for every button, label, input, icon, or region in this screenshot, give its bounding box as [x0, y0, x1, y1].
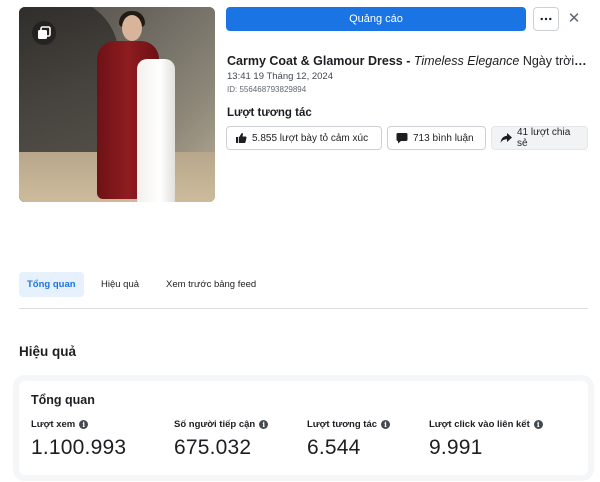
comments-label: 713 bình luận — [413, 132, 474, 144]
tabs-divider — [19, 308, 588, 309]
share-icon — [500, 133, 512, 143]
metric-label: Lượt xem — [31, 419, 76, 430]
info-icon[interactable]: i — [381, 420, 391, 429]
metric-value: 1.100.993 — [31, 436, 127, 459]
overview-card: Tổng quan Lượt xem i 1.100.993 Số người t… — [19, 381, 588, 475]
shares-label: 41 lượt chia sẻ — [517, 127, 571, 149]
tab-performance[interactable]: Hiệu quả — [93, 272, 147, 297]
info-icon[interactable]: i — [79, 420, 89, 429]
tab-feed-preview[interactable]: Xem trước bảng feed — [158, 272, 264, 297]
metric-link-clicks: Lượt click vào liên kết i 9.991 — [429, 419, 543, 460]
post-title-italic: Timeless Elegance — [413, 54, 520, 68]
metric-value: 9.991 — [429, 436, 483, 459]
card-title: Tổng quan — [31, 393, 95, 407]
white-dress — [137, 59, 175, 202]
close-icon[interactable]: ✕ — [566, 10, 582, 27]
thumbs-up-icon — [236, 133, 247, 143]
comments-button[interactable]: 713 bình luận — [387, 126, 486, 150]
tab-overview[interactable]: Tổng quan — [19, 272, 84, 297]
post-title-bold: Carmy Coat & Glamour Dress - — [227, 54, 414, 68]
reactions-button[interactable]: 5.855 lượt bày tỏ cảm xúc — [226, 126, 382, 150]
metric-label: Lượt tương tác — [307, 419, 378, 430]
info-icon[interactable]: i — [533, 420, 543, 429]
section-title: Hiệu quả — [19, 344, 77, 359]
metric-reach: Số người tiếp cận i 675.032 — [174, 419, 269, 460]
metric-engagement: Lượt tương tác i 6.544 — [307, 419, 391, 460]
post-title: Carmy Coat & Glamour Dress - Timeless El… — [227, 54, 587, 68]
post-date: 13:41 19 Tháng 12, 2024 — [227, 71, 334, 82]
info-icon[interactable]: i — [259, 420, 269, 429]
shares-button[interactable]: 41 lượt chia sẻ — [491, 126, 588, 150]
reactions-label: 5.855 lượt bày tỏ cảm xúc — [252, 132, 369, 144]
metric-label: Số người tiếp cận — [174, 419, 256, 430]
boost-button[interactable]: Quảng cáo — [226, 7, 526, 31]
metric-value: 6.544 — [307, 436, 361, 459]
metric-label: Lượt click vào liên kết — [429, 419, 530, 430]
comment-icon — [396, 133, 408, 144]
post-id: ID: 556468793829894 — [227, 85, 307, 94]
interactions-label: Lượt tương tác — [227, 107, 312, 119]
more-icon[interactable] — [533, 7, 559, 31]
metric-views: Lượt xem i 1.100.993 — [31, 419, 126, 460]
post-title-rest: Ngày trời ... — [519, 54, 587, 68]
metric-value: 675.032 — [174, 436, 252, 459]
album-icon — [32, 21, 56, 45]
